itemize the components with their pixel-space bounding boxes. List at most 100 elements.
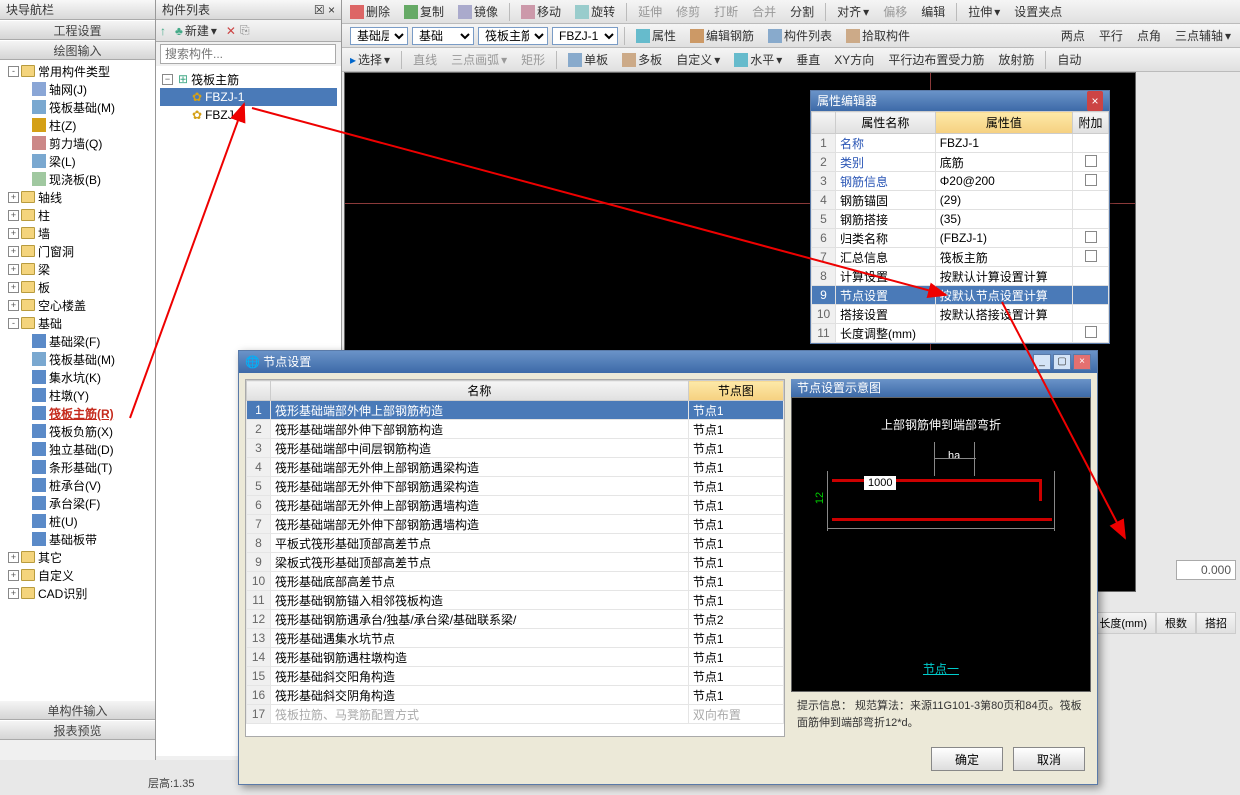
ok-button[interactable]: 确定 bbox=[931, 747, 1003, 771]
dialog-min-button[interactable]: _ bbox=[1033, 354, 1051, 370]
search-input[interactable] bbox=[160, 44, 336, 64]
grip-settings-button[interactable]: 设置夹点 bbox=[1009, 2, 1067, 21]
point-angle-button[interactable]: 点角 bbox=[1132, 26, 1166, 45]
single-input-acc[interactable]: 单构件输入 bbox=[0, 700, 155, 720]
nav-item[interactable]: 柱(Z) bbox=[0, 116, 155, 134]
node-row[interactable]: 8平板式筏形基础顶部高差节点节点1 bbox=[247, 534, 784, 553]
nav-item[interactable]: 筏板基础(M) bbox=[0, 350, 155, 368]
trim-button[interactable]: 修剪 bbox=[671, 2, 705, 21]
extend-button[interactable]: 延伸 bbox=[633, 2, 667, 21]
nav-item[interactable]: +轴线 bbox=[0, 188, 155, 206]
dialog-close-button[interactable]: × bbox=[1073, 354, 1091, 370]
comp-tree-root[interactable]: − ⊞ 筏板主筋 bbox=[160, 70, 337, 88]
split-button[interactable]: 分割 bbox=[785, 2, 819, 21]
node-row[interactable]: 10筏形基础底部高差节点节点1 bbox=[247, 572, 784, 591]
nav-item[interactable]: 条形基础(T) bbox=[0, 458, 155, 476]
two-point-button[interactable]: 两点 bbox=[1056, 26, 1090, 45]
node-row[interactable]: 7筏形基础端部无外伸下部钢筋遇墙构造节点1 bbox=[247, 515, 784, 534]
custom-button[interactable]: 自定义 ▾ bbox=[671, 50, 725, 69]
single-plate-button[interactable]: 单板 bbox=[563, 50, 613, 69]
copy-button[interactable]: 复制 bbox=[399, 2, 449, 21]
nav-item[interactable]: 桩承台(V) bbox=[0, 476, 155, 494]
props-row[interactable]: 9节点设置按默认节点设置计算 bbox=[812, 286, 1109, 305]
props-row[interactable]: 5钢筋搭接(35) bbox=[812, 210, 1109, 229]
nav-item[interactable]: +梁 bbox=[0, 260, 155, 278]
node-row[interactable]: 11筏形基础钢筋锚入相邻筏板构造节点1 bbox=[247, 591, 784, 610]
nav-item[interactable]: +CAD识别 bbox=[0, 584, 155, 602]
move-button[interactable]: 移动 bbox=[516, 2, 566, 21]
node-row[interactable]: 4筏形基础端部无外伸上部钢筋遇梁构造节点1 bbox=[247, 458, 784, 477]
node-row[interactable]: 6筏形基础端部无外伸上部钢筋遇墙构造节点1 bbox=[247, 496, 784, 515]
parallel-button[interactable]: 平行 bbox=[1094, 26, 1128, 45]
props-row[interactable]: 11长度调整(mm) bbox=[812, 324, 1109, 343]
props-row[interactable]: 10搭接设置按默认搭接设置计算 bbox=[812, 305, 1109, 324]
radial-rebar-button[interactable]: 放射筋 bbox=[993, 50, 1039, 69]
props-row[interactable]: 4钢筋锚固(29) bbox=[812, 191, 1109, 210]
props-row[interactable]: 2类别底筋 bbox=[812, 153, 1109, 172]
offset-button[interactable]: 偏移 bbox=[878, 2, 912, 21]
comp-item-fbzj2[interactable]: ✿ FBZJ-2 bbox=[160, 106, 337, 124]
up-icon[interactable]: ↑ bbox=[160, 24, 166, 38]
comp-list-button[interactable]: 构件列表 bbox=[763, 26, 837, 45]
props-row[interactable]: 6归类名称(FBZJ-1) bbox=[812, 229, 1109, 248]
nav-item[interactable]: 柱墩(Y) bbox=[0, 386, 155, 404]
nav-item[interactable]: 桩(U) bbox=[0, 512, 155, 530]
auto-button[interactable]: 自动 bbox=[1052, 50, 1086, 69]
vertical-button[interactable]: 垂直 bbox=[791, 50, 825, 69]
arc-button[interactable]: 三点画弧 ▾ bbox=[446, 50, 512, 69]
copy-comp-icon[interactable]: ⎘ bbox=[240, 23, 250, 38]
nav-item[interactable]: 轴网(J) bbox=[0, 80, 155, 98]
props-row[interactable]: 1名称FBZJ-1 bbox=[812, 134, 1109, 153]
props-row[interactable]: 8计算设置按默认计算设置计算 bbox=[812, 267, 1109, 286]
parallel-edge-button[interactable]: 平行边布置受力筋 bbox=[883, 50, 989, 69]
node-row[interactable]: 5筏形基础端部无外伸下部钢筋遇梁构造节点1 bbox=[247, 477, 784, 496]
project-settings-acc[interactable]: 工程设置 bbox=[0, 20, 155, 40]
floor-select[interactable]: 基础层 bbox=[350, 27, 408, 45]
node-row[interactable]: 13筏形基础遇集水坑节点节点1 bbox=[247, 629, 784, 648]
nav-item[interactable]: 筏板主筋(R) bbox=[0, 404, 155, 422]
props-row[interactable]: 7汇总信息筏板主筋 bbox=[812, 248, 1109, 267]
rect-button[interactable]: 矩形 bbox=[516, 50, 550, 69]
nav-item[interactable]: +门窗洞 bbox=[0, 242, 155, 260]
nav-item[interactable]: 基础梁(F) bbox=[0, 332, 155, 350]
mirror-button[interactable]: 镜像 bbox=[453, 2, 503, 21]
delete-comp-icon[interactable]: ✕ bbox=[226, 24, 236, 38]
pick-comp-button[interactable]: 拾取构件 bbox=[841, 26, 915, 45]
nav-item[interactable]: 基础板带 bbox=[0, 530, 155, 548]
category-select[interactable]: 基础 bbox=[412, 27, 474, 45]
nav-item[interactable]: +柱 bbox=[0, 206, 155, 224]
node-row[interactable]: 15筏形基础斜交阳角构造节点1 bbox=[247, 667, 784, 686]
node-row[interactable]: 9梁板式筏形基础顶部高差节点节点1 bbox=[247, 553, 784, 572]
merge-button[interactable]: 合并 bbox=[747, 2, 781, 21]
three-point-aux-button[interactable]: 三点辅轴 ▾ bbox=[1170, 26, 1236, 45]
align-button[interactable]: 对齐 ▾ bbox=[832, 2, 874, 21]
props-button[interactable]: 属性 bbox=[631, 26, 681, 45]
nav-item[interactable]: 集水坑(K) bbox=[0, 368, 155, 386]
nav-item[interactable]: +板 bbox=[0, 278, 155, 296]
break-button[interactable]: 打断 bbox=[709, 2, 743, 21]
report-preview-acc[interactable]: 报表预览 bbox=[0, 720, 155, 740]
props-close-button[interactable]: × bbox=[1087, 91, 1103, 111]
node-row[interactable]: 12筏形基础钢筋遇承台/独基/承台梁/基础联系梁/节点2 bbox=[247, 610, 784, 629]
node-row[interactable]: 3筏形基础端部中间层钢筋构造节点1 bbox=[247, 439, 784, 458]
props-row[interactable]: 3钢筋信息Φ20@200 bbox=[812, 172, 1109, 191]
xy-direction-button[interactable]: XY方向 bbox=[829, 50, 879, 69]
nav-item[interactable]: 承台梁(F) bbox=[0, 494, 155, 512]
horizontal-button[interactable]: 水平 ▾ bbox=[729, 50, 787, 69]
type-select[interactable]: 筏板主筋 bbox=[478, 27, 548, 45]
nav-item[interactable]: 剪力墙(Q) bbox=[0, 134, 155, 152]
nav-item[interactable]: +其它 bbox=[0, 548, 155, 566]
stretch-button[interactable]: 拉伸 ▾ bbox=[963, 2, 1005, 21]
nav-item[interactable]: -常用构件类型 bbox=[0, 62, 155, 80]
comp-item-fbzj1[interactable]: ✿ FBZJ-1 bbox=[160, 88, 337, 106]
instance-select[interactable]: FBZJ-1 bbox=[552, 27, 618, 45]
node-row[interactable]: 16筏形基础斜交阴角构造节点1 bbox=[247, 686, 784, 705]
drawing-input-acc[interactable]: 绘图输入 bbox=[0, 40, 155, 60]
nav-item[interactable]: +墙 bbox=[0, 224, 155, 242]
measure-value-input[interactable] bbox=[1176, 560, 1236, 580]
nav-item[interactable]: +空心楼盖 bbox=[0, 296, 155, 314]
line-button[interactable]: 直线 bbox=[408, 50, 442, 69]
nav-item[interactable]: 梁(L) bbox=[0, 152, 155, 170]
node-row[interactable]: 17筏板拉筋、马凳筋配置方式双向布置 bbox=[247, 705, 784, 724]
dialog-max-button[interactable]: ▢ bbox=[1053, 354, 1071, 370]
